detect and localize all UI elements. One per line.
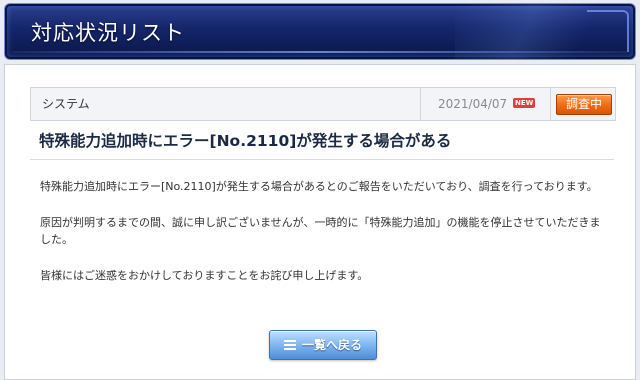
status-badge: 調査中 [556,94,612,115]
status-cell: 調査中 [550,88,616,120]
page-header: 対応状況リスト [4,3,636,60]
new-badge: NEW [513,98,536,108]
title-divider [30,159,614,160]
notice-info-row: システム 2021/04/07 NEW 調査中 [30,87,616,121]
notice-paragraph: 皆様にはご迷惑をおかけしておりますことをお詫び申し上げます。 [40,269,369,282]
header-underline-decoration [13,51,627,53]
date-cell: 2021/04/07 NEW [420,88,551,120]
back-button-label: 一覧へ戻る [301,338,362,352]
notice-body: 特殊能力追加時にエラー[No.2110]が発生する場合があるとのご報告をいただい… [40,178,610,303]
notice-category: システム [42,97,90,111]
notice-date: 2021/04/07 [438,97,508,111]
page-title: 対応状況リスト [31,21,185,45]
header-corner-decoration [587,10,629,52]
notice-title: 特殊能力追加時にエラー[No.2110]が発生する場合がある [39,132,452,150]
notice-paragraph: 特殊能力追加時にエラー[No.2110]が発生する場合があるとのご報告をいただい… [40,180,598,193]
back-to-list-button[interactable]: 一覧へ戻る [269,330,377,360]
notice-panel: システム 2021/04/07 NEW 調査中 特殊能力追加時にエラー[No.2… [4,64,636,380]
notice-paragraph: 原因が判明するまでの間、誠に申し訳ございませんが、一時的に「特殊能力追加」の機能… [40,216,601,246]
list-icon [283,340,296,350]
